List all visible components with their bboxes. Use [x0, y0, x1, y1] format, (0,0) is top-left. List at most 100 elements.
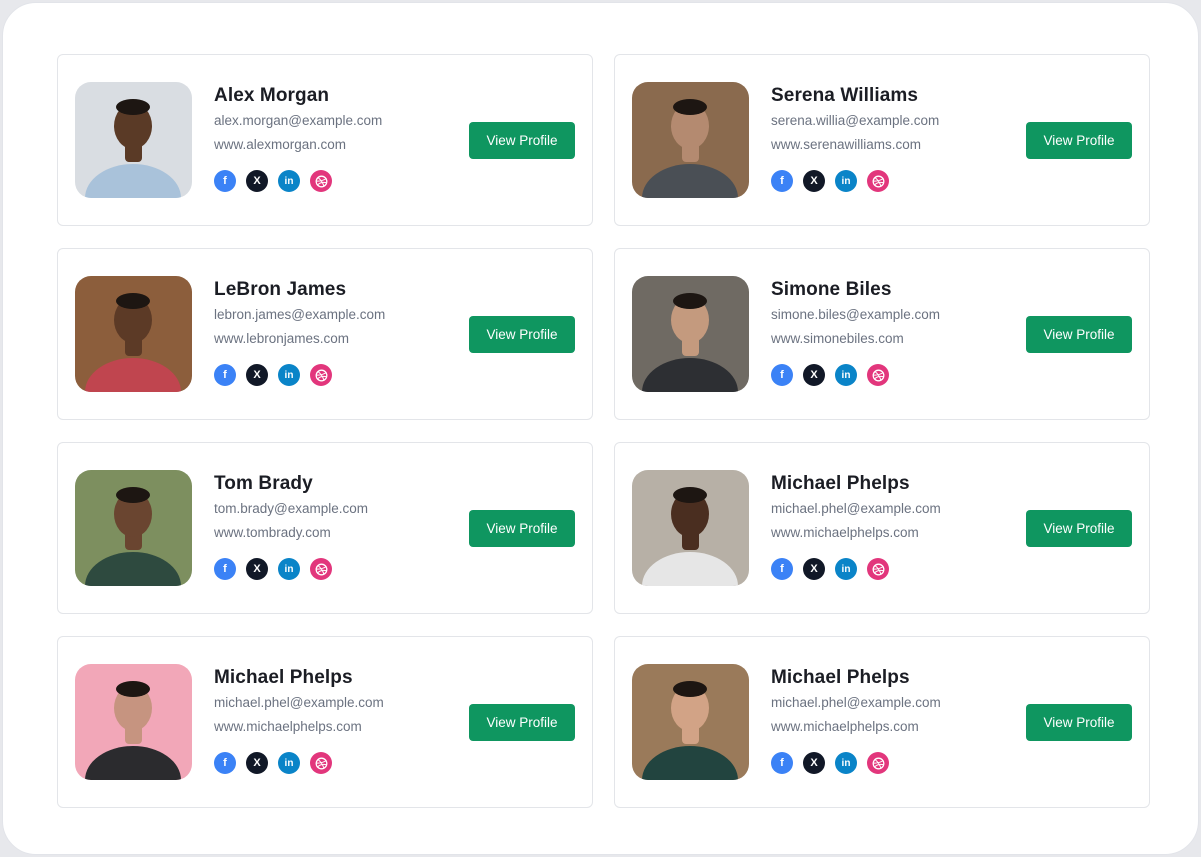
profile-email: michael.phel@example.com	[771, 501, 941, 516]
x-icon[interactable]: X	[246, 752, 268, 774]
facebook-icon[interactable]: f	[214, 752, 236, 774]
facebook-icon[interactable]: f	[771, 170, 793, 192]
avatar	[632, 664, 749, 780]
profile-info: Alex Morgan alex.morgan@example.com www.…	[214, 84, 382, 192]
profile-photo	[75, 664, 192, 780]
dribbble-ball-glyph	[872, 757, 884, 769]
linkedin-icon[interactable]: in	[835, 364, 857, 386]
dribbble-icon[interactable]	[310, 558, 332, 580]
dribbble-ball-glyph	[872, 369, 884, 381]
profile-website: www.simonebiles.com	[771, 331, 904, 346]
x-icon[interactable]: X	[246, 558, 268, 580]
x-icon[interactable]: X	[246, 364, 268, 386]
x-icon[interactable]: X	[246, 170, 268, 192]
linkedin-icon[interactable]: in	[835, 752, 857, 774]
view-profile-button[interactable]: View Profile	[469, 510, 575, 547]
view-profile-button[interactable]: View Profile	[1026, 704, 1132, 741]
profile-website: www.lebronjames.com	[214, 331, 350, 346]
profile-email: alex.morgan@example.com	[214, 113, 383, 128]
profile-email: michael.phel@example.com	[771, 695, 941, 710]
profile-card: Simone Biles simone.biles@example.com ww…	[614, 248, 1150, 420]
profile-name: Simone Biles	[771, 279, 892, 300]
social-links: f X in	[771, 364, 940, 386]
profile-card: Michael Phelps michael.phel@example.com …	[614, 442, 1150, 614]
linkedin-icon[interactable]: in	[278, 170, 300, 192]
profile-card: Alex Morgan alex.morgan@example.com www.…	[57, 54, 593, 226]
social-links: f X in	[214, 752, 384, 774]
linkedin-icon[interactable]: in	[835, 558, 857, 580]
profile-website: www.serenawilliams.com	[771, 137, 922, 152]
profile-photo	[632, 664, 749, 780]
avatar	[75, 470, 192, 586]
x-icon[interactable]: X	[803, 364, 825, 386]
avatar	[75, 664, 192, 780]
profile-email: simone.biles@example.com	[771, 307, 941, 322]
profile-card: Michael Phelps michael.phel@example.com …	[614, 636, 1150, 808]
x-icon[interactable]: X	[803, 752, 825, 774]
x-icon[interactable]: X	[803, 558, 825, 580]
social-links: f X in	[214, 364, 385, 386]
dribbble-icon[interactable]	[310, 364, 332, 386]
profile-info: Tom Brady tom.brady@example.com www.tomb…	[214, 472, 368, 580]
profile-name: Michael Phelps	[214, 667, 353, 688]
profile-info: LeBron James lebron.james@example.com ww…	[214, 278, 385, 386]
avatar	[632, 82, 749, 198]
view-profile-button[interactable]: View Profile	[1026, 122, 1132, 159]
dribbble-icon[interactable]	[310, 170, 332, 192]
facebook-icon[interactable]: f	[214, 558, 236, 580]
dribbble-ball-glyph	[315, 175, 327, 187]
linkedin-icon[interactable]: in	[278, 558, 300, 580]
social-links: f X in	[771, 558, 941, 580]
linkedin-icon[interactable]: in	[278, 752, 300, 774]
profile-info: Michael Phelps michael.phel@example.com …	[771, 472, 941, 580]
profile-website: www.tombrady.com	[214, 525, 331, 540]
dribbble-icon[interactable]	[310, 752, 332, 774]
profile-photo	[75, 470, 192, 586]
linkedin-icon[interactable]: in	[835, 170, 857, 192]
facebook-icon[interactable]: f	[771, 364, 793, 386]
view-profile-button[interactable]: View Profile	[469, 122, 575, 159]
social-links: f X in	[214, 558, 368, 580]
avatar	[75, 82, 192, 198]
facebook-icon[interactable]: f	[214, 170, 236, 192]
app-frame: Alex Morgan alex.morgan@example.com www.…	[2, 2, 1199, 855]
profile-info: Michael Phelps michael.phel@example.com …	[214, 666, 384, 774]
view-profile-button[interactable]: View Profile	[469, 316, 575, 353]
avatar	[632, 276, 749, 392]
profile-photo	[632, 276, 749, 392]
facebook-icon[interactable]: f	[771, 558, 793, 580]
social-links: f X in	[771, 752, 941, 774]
profile-website: www.michaelphelps.com	[771, 719, 919, 734]
profile-name: Alex Morgan	[214, 85, 330, 106]
dribbble-icon[interactable]	[867, 752, 889, 774]
profile-photo	[632, 470, 749, 586]
avatar	[632, 470, 749, 586]
linkedin-icon[interactable]: in	[278, 364, 300, 386]
profile-name: Michael Phelps	[771, 473, 910, 494]
profile-name: LeBron James	[214, 279, 347, 300]
dribbble-ball-glyph	[872, 175, 884, 187]
view-profile-button[interactable]: View Profile	[1026, 316, 1132, 353]
dribbble-ball-glyph	[872, 563, 884, 575]
profile-email: lebron.james@example.com	[214, 307, 386, 322]
view-profile-button[interactable]: View Profile	[1026, 510, 1132, 547]
dribbble-icon[interactable]	[867, 364, 889, 386]
dribbble-icon[interactable]	[867, 558, 889, 580]
profile-name: Michael Phelps	[771, 667, 910, 688]
social-links: f X in	[214, 170, 382, 192]
profile-card: LeBron James lebron.james@example.com ww…	[57, 248, 593, 420]
x-icon[interactable]: X	[803, 170, 825, 192]
profile-email: michael.phel@example.com	[214, 695, 384, 710]
dribbble-icon[interactable]	[867, 170, 889, 192]
profile-email: serena.willia@example.com	[771, 113, 940, 128]
profile-card: Serena Williams serena.willia@example.co…	[614, 54, 1150, 226]
profile-info: Simone Biles simone.biles@example.com ww…	[771, 278, 940, 386]
view-profile-button[interactable]: View Profile	[469, 704, 575, 741]
dribbble-ball-glyph	[315, 369, 327, 381]
profile-info: Michael Phelps michael.phel@example.com …	[771, 666, 941, 774]
facebook-icon[interactable]: f	[214, 364, 236, 386]
profile-website: www.alexmorgan.com	[214, 137, 347, 152]
profile-card-grid: Alex Morgan alex.morgan@example.com www.…	[57, 54, 1150, 808]
facebook-icon[interactable]: f	[771, 752, 793, 774]
profile-photo	[75, 276, 192, 392]
